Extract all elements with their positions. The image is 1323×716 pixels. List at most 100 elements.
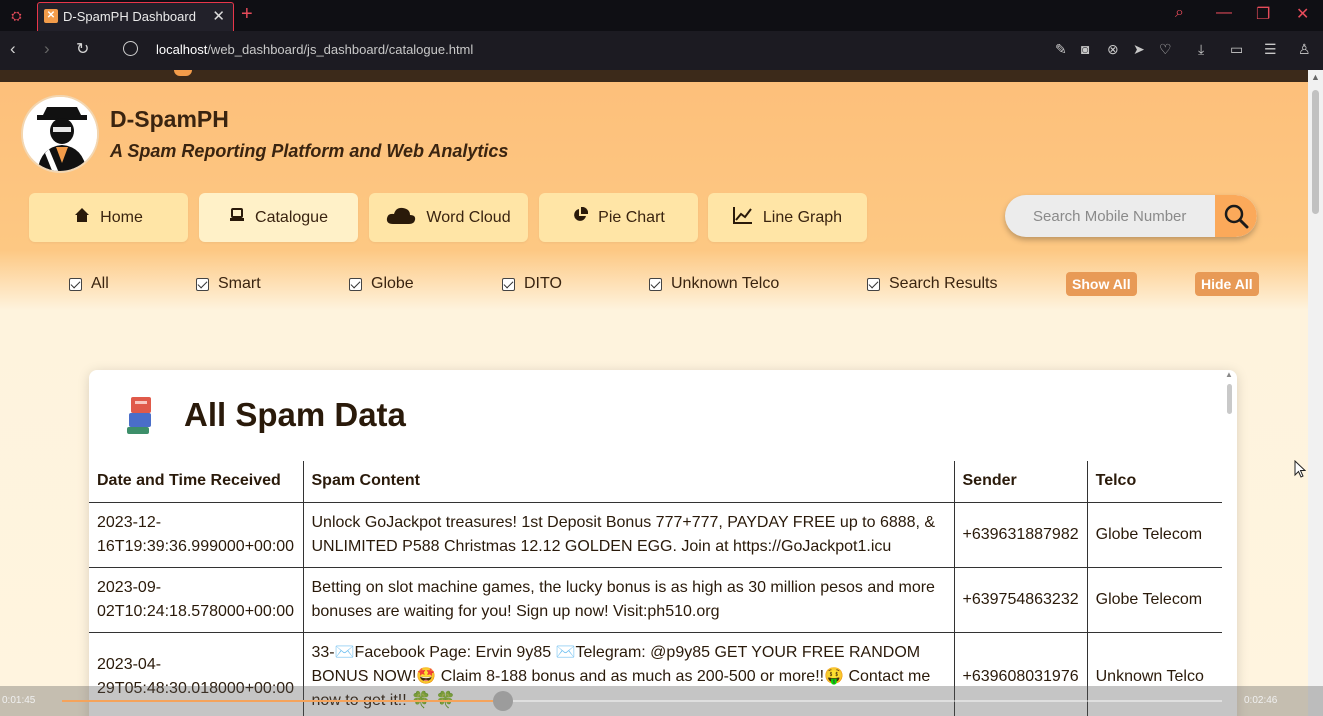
cell-date: 2023-09-02T10:24:18.578000+00:00 [89, 567, 303, 633]
home-icon [74, 207, 90, 228]
cell-sender: +639631887982 [953, 502, 1088, 568]
checkbox-all[interactable] [69, 277, 82, 291]
page-scroll-up-icon[interactable]: ▲ [1311, 72, 1320, 82]
filter-dito-label: DITO [524, 275, 562, 292]
menu-word-cloud-button[interactable]: Word Cloud [369, 193, 528, 242]
show-all-button[interactable]: Show All [1066, 272, 1137, 296]
menu-catalogue-label: Catalogue [255, 208, 328, 226]
settings-icon[interactable]: ☰ [1264, 41, 1277, 58]
card-scroll-thumb[interactable] [1227, 384, 1232, 414]
cloud-icon [386, 205, 416, 230]
spam-table: Date and Time Received Spam Content Send… [89, 461, 1223, 716]
filter-smart[interactable]: Smart [196, 275, 261, 293]
site-title: D-SpamPH [110, 106, 229, 132]
page-viewport: D-SpamPH A Spam Reporting Platform and W… [0, 70, 1308, 716]
top-strip [0, 70, 1308, 82]
browser-titlebar: ⛭ ✕ D-SpamPH Dashboard ✕ + ⌕ — ❐ ✕ [0, 0, 1323, 31]
heart-icon[interactable]: ♡ [1159, 41, 1172, 58]
search-input[interactable] [1005, 195, 1217, 237]
reload-icon[interactable]: ↻ [76, 39, 89, 59]
books-icon [125, 395, 153, 435]
menu-home-label: Home [100, 208, 143, 226]
column-header-content[interactable]: Spam Content [302, 461, 954, 503]
spam-data-card: All Spam Data Date and Time Received Spa… [89, 370, 1237, 716]
new-tab-icon[interactable]: + [241, 3, 253, 26]
tab-title: D-SpamPH Dashboard [63, 9, 196, 24]
search-icon[interactable]: ⌕ [1175, 4, 1184, 22]
table-row: 2023-09-02T10:24:18.578000+00:00 Betting… [89, 567, 1223, 633]
page-scroll-thumb[interactable] [1312, 90, 1319, 214]
checkbox-globe[interactable] [349, 277, 362, 291]
browser-menu-icon[interactable]: ⛭ [8, 7, 25, 24]
checkbox-dito[interactable] [502, 277, 515, 291]
cell-sender: +639754863232 [953, 567, 1088, 633]
checkbox-smart[interactable] [196, 277, 209, 291]
hacker-avatar-icon [21, 95, 99, 173]
mouse-cursor-icon [1294, 460, 1306, 478]
filter-dito[interactable]: DITO [502, 275, 562, 293]
menu-word-cloud-label: Word Cloud [426, 208, 511, 226]
forward-icon[interactable]: › [44, 39, 50, 59]
cell-date: 2023-12-16T19:39:36.999000+00:00 [89, 502, 303, 568]
cell-telco: Globe Telecom [1086, 502, 1223, 568]
video-duration: 0:02:46 [1244, 695, 1278, 706]
card-title: All Spam Data [184, 396, 406, 433]
page-scrollbar[interactable]: ▲ [1308, 70, 1323, 716]
filter-unknown-telco[interactable]: Unknown Telco [649, 275, 779, 293]
menu-pie-chart-button[interactable]: Pie Chart [539, 193, 698, 242]
block-icon[interactable]: ⊗ [1107, 41, 1119, 58]
hide-all-button[interactable]: Hide All [1195, 272, 1259, 296]
filter-globe[interactable]: Globe [349, 275, 414, 293]
video-elapsed: 0:01:45 [2, 695, 36, 706]
menu-pie-chart-label: Pie Chart [598, 208, 665, 226]
table-row: 2023-12-16T19:39:36.999000+00:00 Unlock … [89, 502, 1223, 568]
filter-smart-label: Smart [218, 275, 261, 292]
profile-icon[interactable]: ♙ [1298, 41, 1311, 58]
menu-catalogue-button[interactable]: Catalogue [199, 193, 358, 242]
catalogue-icon [229, 207, 245, 228]
magnifier-icon [1224, 204, 1249, 229]
site-info-icon[interactable] [123, 41, 138, 56]
filter-all[interactable]: All [69, 275, 109, 293]
checkbox-search-results[interactable] [867, 277, 880, 291]
address-bar[interactable]: localhost/web_dashboard/js_dashboard/cat… [156, 42, 473, 57]
filter-unknown-telco-label: Unknown Telco [671, 275, 780, 292]
video-seekbar[interactable] [62, 691, 1222, 711]
site-subtitle: A Spam Reporting Platform and Web Analyt… [110, 141, 509, 161]
line-graph-icon [732, 206, 753, 229]
send-icon[interactable]: ➤ [1133, 41, 1145, 58]
filter-all-label: All [91, 275, 109, 292]
tab-close-icon[interactable]: ✕ [212, 7, 225, 25]
cell-telco: Globe Telecom [1086, 567, 1223, 633]
camera-icon[interactable]: ◙ [1081, 41, 1089, 57]
card-scrollbar[interactable]: ▲ [1225, 370, 1234, 716]
restore-icon[interactable]: ❐ [1256, 4, 1270, 24]
edit-icon[interactable]: ✎ [1055, 41, 1067, 58]
battery-icon[interactable]: ▭ [1230, 41, 1243, 58]
close-window-icon[interactable]: ✕ [1296, 4, 1309, 24]
download-icon[interactable]: ⤓ [1198, 41, 1204, 58]
column-header-telco[interactable]: Telco [1086, 461, 1223, 503]
video-seek-handle[interactable] [492, 691, 513, 711]
xampp-favicon-icon: ✕ [44, 9, 58, 23]
url-host: localhost [156, 42, 208, 57]
column-header-date[interactable]: Date and Time Received [89, 461, 303, 503]
scroll-up-icon[interactable]: ▲ [1225, 370, 1233, 379]
column-header-sender[interactable]: Sender [953, 461, 1088, 503]
table-header-row: Date and Time Received Spam Content Send… [89, 461, 1223, 503]
filter-search-results[interactable]: Search Results [867, 275, 998, 293]
strip-accent [174, 70, 192, 76]
pie-chart-icon [572, 206, 589, 228]
back-icon[interactable]: ‹ [10, 39, 16, 59]
menu-line-graph-label: Line Graph [762, 208, 843, 226]
filter-search-results-label: Search Results [889, 275, 998, 292]
minimize-icon[interactable]: — [1216, 4, 1232, 22]
browser-tab[interactable]: ✕ D-SpamPH Dashboard ✕ [37, 2, 234, 31]
search-button[interactable] [1215, 195, 1257, 237]
menu-home-button[interactable]: Home [29, 193, 188, 242]
checkbox-unknown-telco[interactable] [649, 277, 662, 291]
video-controls: 0:01:45 0:02:46 [0, 686, 1323, 716]
video-progress-fill [62, 700, 503, 702]
cell-content: Betting on slot machine games, the lucky… [302, 567, 954, 633]
menu-line-graph-button[interactable]: Line Graph [708, 193, 867, 242]
